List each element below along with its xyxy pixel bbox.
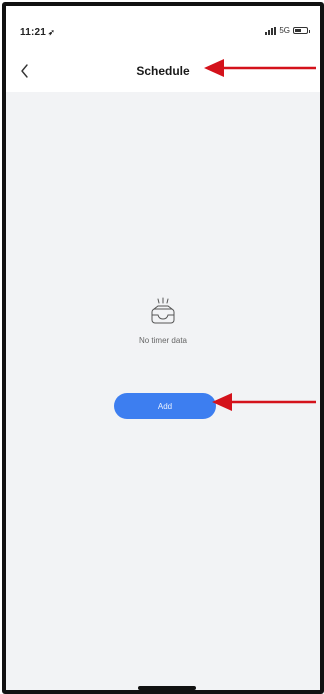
- status-bar: 11:21 ➶ 5G: [6, 6, 320, 54]
- navigation-bar: Schedule: [6, 54, 320, 92]
- signal-icon: [265, 26, 277, 35]
- location-arrow-icon: ➶: [48, 28, 55, 37]
- phone-frame: 11:21 ➶ 5G Schedule No timer data Add: [2, 2, 324, 694]
- home-indicator[interactable]: [138, 686, 196, 690]
- add-button[interactable]: Add: [114, 393, 216, 419]
- status-indicators: 5G: [265, 26, 310, 35]
- network-type: 5G: [279, 26, 290, 35]
- empty-tray-icon: [151, 297, 175, 324]
- page-title: Schedule: [136, 64, 190, 78]
- battery-icon: [293, 27, 310, 34]
- empty-state-message: No timer data: [138, 336, 188, 345]
- empty-state: No timer data: [6, 296, 320, 345]
- status-time-text: 11:21: [20, 27, 47, 38]
- status-time: 11:21 ➶: [20, 27, 55, 38]
